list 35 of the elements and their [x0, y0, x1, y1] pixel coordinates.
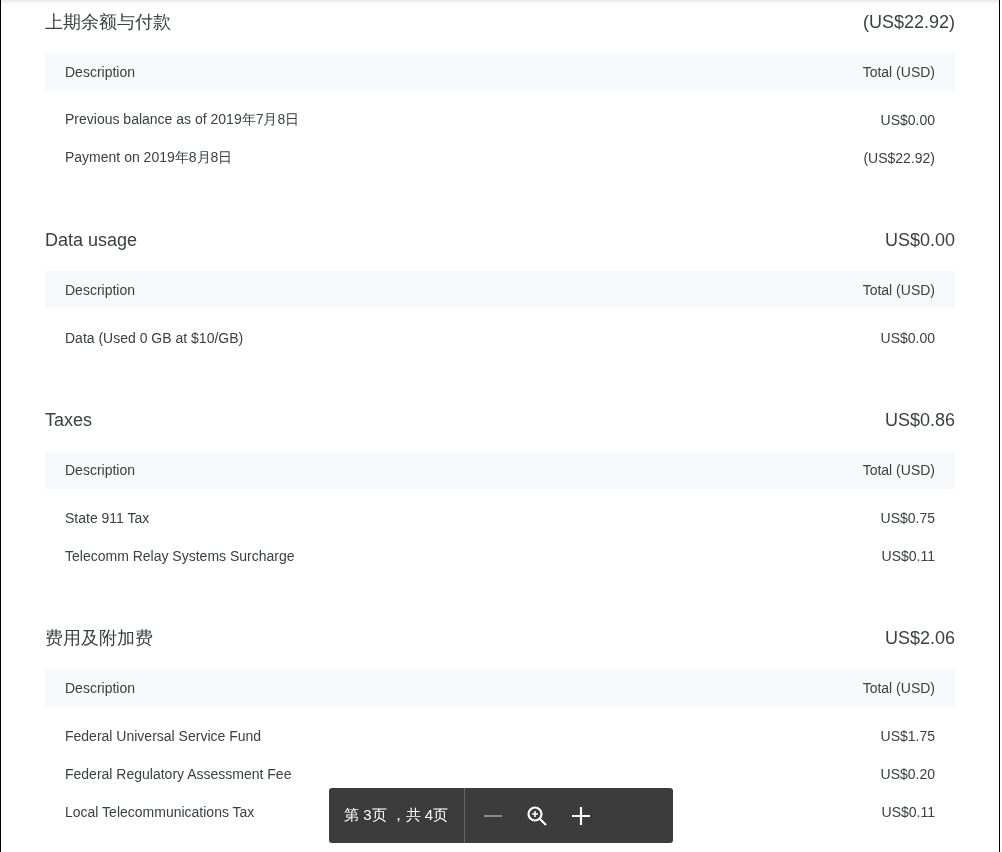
- column-header: Description: [65, 64, 136, 80]
- page-indicator: 第 3页 ，共 4页: [343, 806, 450, 825]
- column-header: Total (USD): [862, 680, 935, 696]
- table-cell: Data (Used 0 GB at $10/GB): [65, 330, 244, 346]
- table-cell: US$0.75: [880, 510, 935, 526]
- column-header: Total (USD): [862, 462, 935, 478]
- column-header: Description: [65, 462, 136, 478]
- zoom-icon[interactable]: [526, 804, 549, 827]
- section-title: 上期余额与付款: [45, 11, 171, 34]
- section-total: US$2.06: [884, 627, 955, 649]
- column-header: Total (USD): [862, 64, 935, 80]
- column-header: Description: [65, 680, 136, 696]
- table-cell: US$0.11: [881, 804, 935, 820]
- table-cell: Previous balance as of 2019年7月8日: [65, 111, 300, 129]
- section-total: US$0.86: [884, 409, 955, 431]
- zoom-in-icon[interactable]: [571, 805, 592, 826]
- column-header: Total (USD): [862, 282, 935, 298]
- column-header: Description: [65, 282, 136, 298]
- table-cell: Federal Universal Service Fund: [65, 728, 262, 744]
- table-cell: US$0.11: [881, 548, 935, 564]
- table-cell: Payment on 2019年8月8日: [65, 149, 233, 167]
- section-title: 费用及附加费: [45, 627, 153, 650]
- table-cell: State 911 Tax: [65, 510, 150, 526]
- table-cell: Local Telecommunications Tax: [65, 804, 255, 820]
- table-cell: US$0.20: [880, 766, 935, 782]
- table-cell: (US$22.92): [863, 150, 935, 166]
- table-cell: Telecomm Relay Systems Surcharge: [65, 548, 295, 564]
- section-title: Taxes: [45, 409, 93, 431]
- section-total: US$0.00: [884, 229, 955, 251]
- table-cell: US$1.75: [880, 728, 935, 744]
- section-title: Data usage: [45, 229, 138, 251]
- section-total: (US$22.92): [862, 11, 955, 33]
- table-cell: Federal Regulatory Assessment Fee: [65, 766, 292, 782]
- table-cell: US$0.00: [880, 112, 935, 128]
- table-cell: US$0.00: [880, 330, 935, 346]
